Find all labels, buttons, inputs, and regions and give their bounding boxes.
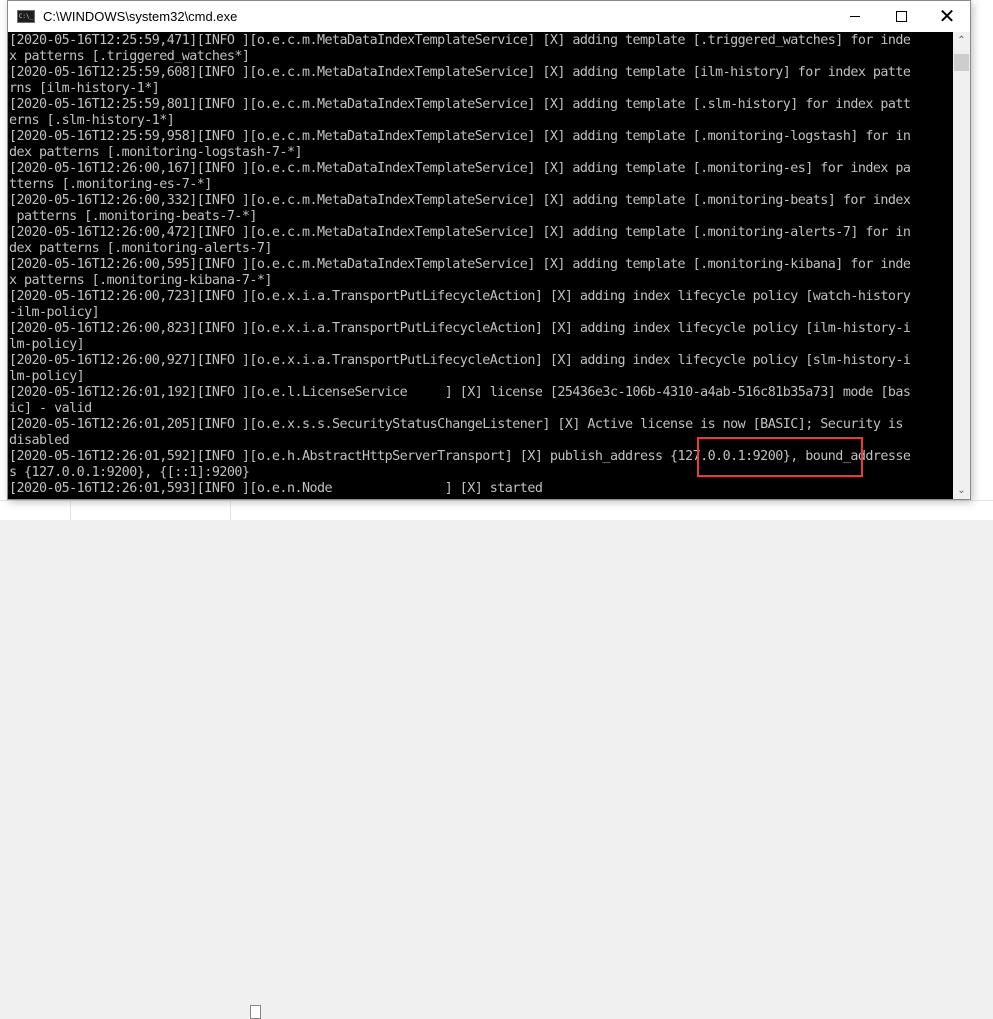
console-line: [2020-05-16T12:26:00,723][INFO ][o.e.x.i… [9,289,911,304]
title-bar[interactable]: C:\_ C:\WINDOWS\system32\cmd.exe ✕ [8,1,970,32]
console-line: -ilm-policy] [9,305,100,320]
background-divider [70,501,71,520]
console-lines: [2020-05-16T12:25:59,471][INFO ][o.e.c.m… [8,32,953,497]
console-line: [2020-05-16T12:26:00,472][INFO ][o.e.c.m… [9,225,911,240]
console-line: [2020-05-16T12:26:01,192][INFO ][o.e.l.L… [9,385,911,400]
console-line: [2020-05-16T12:26:01,592][INFO ][o.e.h.A… [9,449,911,464]
minimize-icon [850,16,860,17]
console-line: [2020-05-16T12:25:59,958][INFO ][o.e.c.m… [9,129,911,144]
console-line: [2020-05-16T12:25:59,471][INFO ][o.e.c.m… [9,33,911,48]
cmd-icon: C:\_ [17,10,35,23]
console-line: [2020-05-16T12:25:59,608][INFO ][o.e.c.m… [9,65,911,80]
file-icon [250,1005,261,1019]
close-icon: ✕ [938,6,956,28]
window-controls: ✕ [832,1,970,32]
console-line: x patterns [.monitoring-kibana-7-*] [9,273,272,288]
console-line: tterns [.monitoring-es-7-*] [9,177,212,192]
console-line: [2020-05-16T12:26:01,593][INFO ][o.e.n.N… [9,481,543,496]
scroll-thumb[interactable] [954,54,969,71]
background-divider [230,501,231,520]
console-output[interactable]: [2020-05-16T12:25:59,471][INFO ][o.e.c.m… [8,32,953,499]
console-line: [2020-05-16T12:26:00,927][INFO ][o.e.x.i… [9,353,911,368]
scroll-up-button[interactable]: ⌃ [953,32,970,49]
console-line: [2020-05-16T12:26:00,823][INFO ][o.e.x.i… [9,321,911,336]
minimize-button[interactable] [832,1,878,32]
console-line: [2020-05-16T12:26:00,167][INFO ][o.e.c.m… [9,161,911,176]
background-explorer-row [0,500,993,1019]
console-line: erns [.slm-history-1*] [9,113,175,128]
console-line: [2020-05-16T12:26:01,205][INFO ][o.e.x.s… [9,417,903,432]
console-line: [2020-05-16T12:26:00,595][INFO ][o.e.c.m… [9,257,911,272]
cmd-window: C:\_ C:\WINDOWS\system32\cmd.exe ✕ [2020… [7,0,971,500]
console-line: [2020-05-16T12:26:00,332][INFO ][o.e.c.m… [9,193,911,208]
console-line: lm-policy] [9,369,85,384]
maximize-button[interactable] [878,1,924,32]
console-line: lm-policy] [9,337,85,352]
chevron-up-icon: ⌃ [957,35,966,46]
console-line: rns [ilm-history-1*] [9,81,160,96]
maximize-icon [895,11,907,22]
scroll-down-button[interactable]: ⌄ [953,482,970,499]
console-line: x patterns [.triggered_watches*] [9,49,250,64]
console-line: ic] - valid [9,401,92,416]
window-title: C:\WINDOWS\system32\cmd.exe [43,9,238,24]
console-line: [2020-05-16T12:25:59,801][INFO ][o.e.c.m… [9,97,911,112]
console-line: dex patterns [.monitoring-logstash-7-*] [9,145,303,160]
vertical-scrollbar[interactable]: ⌃ ⌄ [953,32,970,499]
console-line: disabled [9,433,70,448]
close-button[interactable]: ✕ [924,1,970,32]
chevron-down-icon: ⌄ [957,485,966,496]
console-line: s {127.0.0.1:9200}, {[::1]:9200} [9,465,250,480]
console-line: patterns [.monitoring-beats-7-*] [9,209,258,224]
console-line: dex patterns [.monitoring-alerts-7] [9,241,272,256]
